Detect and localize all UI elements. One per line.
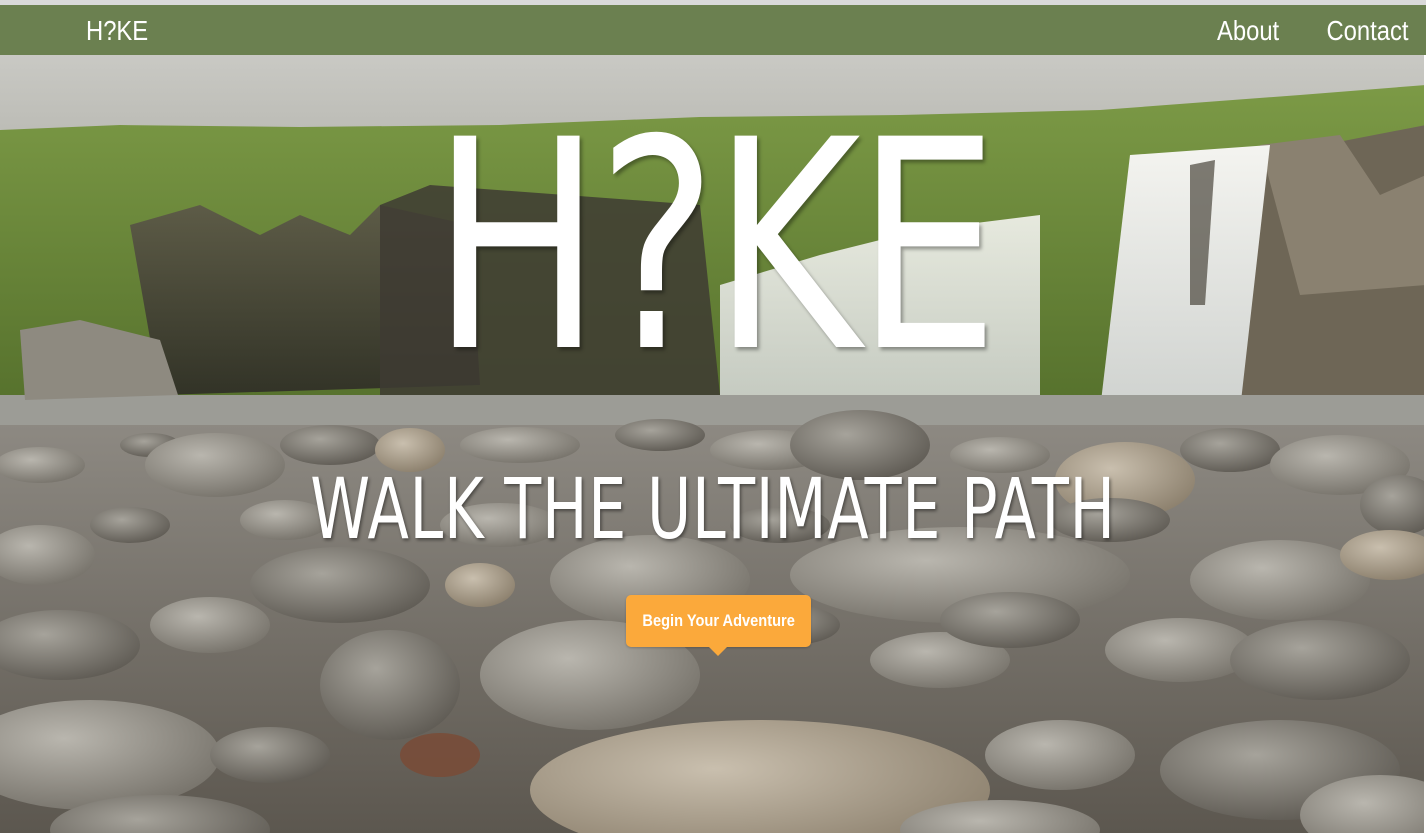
begin-adventure-button-label: Begin Your Adventure: [642, 611, 795, 630]
page: H?KE About Contact H?KE WALK THE ULTIMAT…: [0, 0, 1426, 833]
hero-title: H?KE: [431, 79, 999, 416]
hero-section: H?KE WALK THE ULTIMATE PATH: [0, 55, 1426, 833]
navbar: H?KE About Contact: [0, 5, 1426, 55]
nav-link-about[interactable]: About: [1217, 15, 1279, 47]
begin-adventure-button[interactable]: Begin Your Adventure: [626, 595, 811, 647]
nav-link-contact[interactable]: Contact: [1326, 15, 1408, 47]
hero-tagline: WALK THE ULTIMATE PATH: [310, 460, 1116, 558]
brand-logo-link[interactable]: H?KE: [86, 15, 148, 47]
nav-links: About Contact: [1206, 15, 1408, 47]
cta-pointer-arrow: [708, 646, 728, 656]
